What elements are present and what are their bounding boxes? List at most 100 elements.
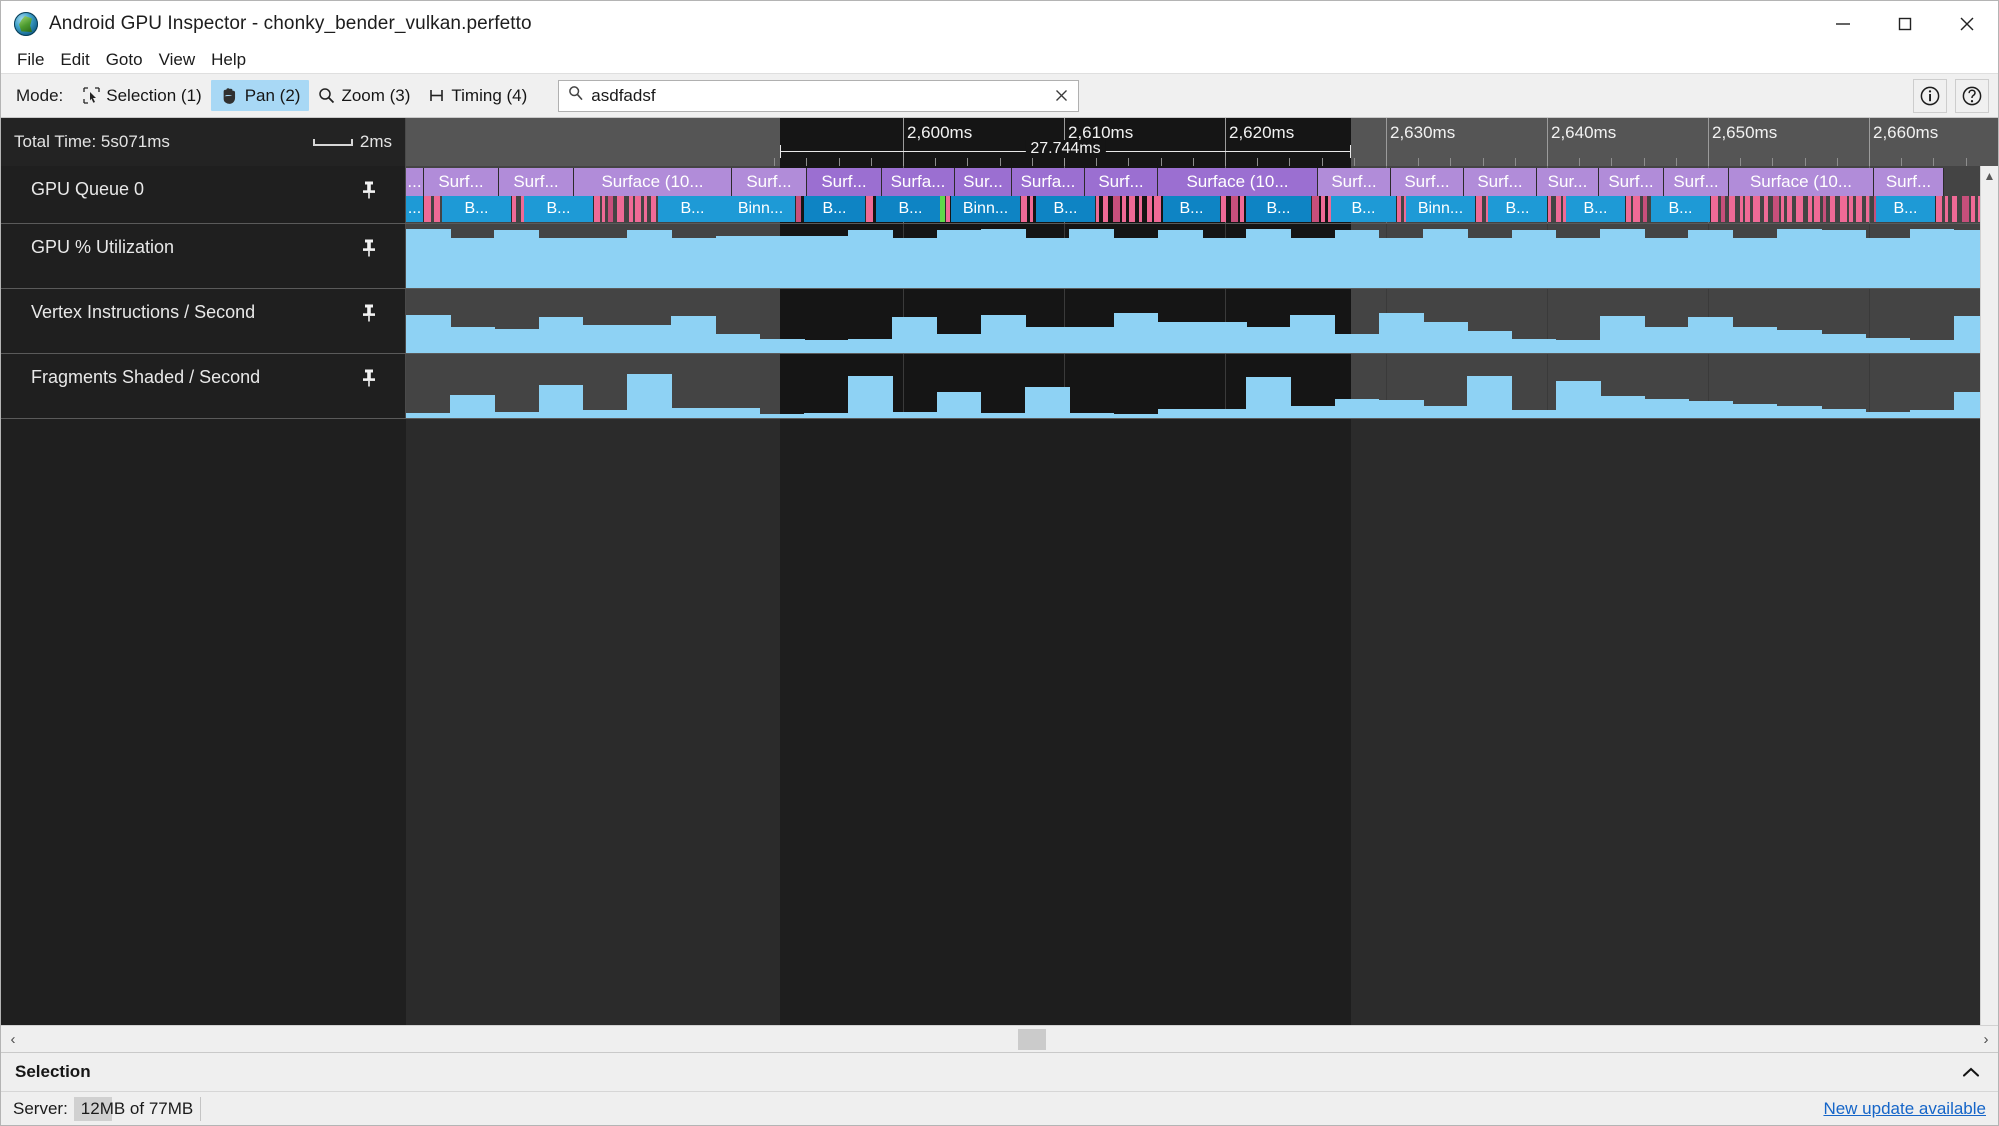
gpu-slice-render-pass[interactable] bbox=[1753, 196, 1760, 222]
vertical-scrollbar[interactable]: ▲ bbox=[1980, 166, 1998, 1025]
gpu-slice-render-pass[interactable] bbox=[602, 196, 605, 222]
gpu-slice-surface[interactable]: Surf... bbox=[499, 168, 574, 196]
gpu-slice-surface[interactable]: Surf... bbox=[1085, 168, 1158, 196]
gpu-slice-render-pass[interactable] bbox=[866, 196, 873, 222]
gpu-slice-surface[interactable]: Surf... bbox=[1318, 168, 1391, 196]
gpu-slice-render-pass[interactable] bbox=[594, 196, 600, 222]
gpu-slice-surface[interactable]: Surf... bbox=[807, 168, 882, 196]
gpu-slice-render-pass[interactable] bbox=[1021, 196, 1027, 222]
track-content-vertex-instructions[interactable] bbox=[406, 289, 1998, 353]
gpu-slice-render-pass[interactable] bbox=[946, 196, 950, 222]
menu-item-edit[interactable]: Edit bbox=[52, 48, 97, 72]
gpu-slice-pass[interactable]: B... bbox=[1036, 196, 1096, 222]
track-content-gpu-queue-0[interactable]: ... Surf... Surf... Surface (10... Surf... Su… bbox=[406, 166, 1998, 223]
gpu-slice-surface[interactable]: Surface (10... bbox=[574, 168, 732, 196]
pin-icon[interactable] bbox=[361, 368, 377, 388]
gpu-slice-pass[interactable]: B... bbox=[524, 196, 594, 222]
gpu-slice-render-pass[interactable] bbox=[629, 196, 633, 222]
gpu-slice-surface[interactable]: Surf... bbox=[1599, 168, 1664, 196]
selection-panel-header[interactable]: Selection bbox=[1, 1052, 1998, 1091]
gpu-slice-render-pass[interactable] bbox=[435, 196, 439, 222]
search-input[interactable] bbox=[589, 84, 1051, 107]
gpu-slice-surface[interactable]: Surface (10... bbox=[1729, 168, 1874, 196]
menu-item-help[interactable]: Help bbox=[203, 48, 254, 72]
gpu-slice-surface[interactable]: Surf... bbox=[1464, 168, 1537, 196]
gpu-slice-render-pass[interactable] bbox=[1729, 196, 1735, 222]
gpu-slice-pass[interactable]: B... bbox=[1488, 196, 1548, 222]
gpu-slice-render-pass[interactable] bbox=[1312, 196, 1319, 222]
track-header-gpu-queue-0[interactable]: GPU Queue 0 bbox=[1, 166, 406, 223]
gpu-slice-render-pass[interactable] bbox=[1962, 196, 1969, 222]
gpu-slice-pass[interactable]: Binn... bbox=[1406, 196, 1476, 222]
gpu-slice-render-pass[interactable] bbox=[1711, 196, 1718, 222]
gpu-slice-surface[interactable]: Sur... bbox=[955, 168, 1012, 196]
menu-item-view[interactable]: View bbox=[151, 48, 204, 72]
gpu-slice-pass[interactable]: B... bbox=[442, 196, 512, 222]
gpu-slice-render-pass[interactable] bbox=[1830, 196, 1835, 222]
track-vertex-instructions[interactable]: Vertex Instructions / Second bbox=[1, 289, 1998, 354]
gpu-slice-pass[interactable]: B... bbox=[1246, 196, 1312, 222]
gpu-slice-render-pass[interactable] bbox=[1945, 196, 1948, 222]
gpu-slice-render-pass[interactable] bbox=[1129, 196, 1135, 222]
gpu-slice-render-pass[interactable] bbox=[1781, 196, 1784, 222]
gpu-slice-render-pass[interactable] bbox=[1745, 196, 1750, 222]
track-header-fragments-shaded[interactable]: Fragments Shaded / Second bbox=[1, 354, 406, 418]
mode-button-selection[interactable]: Selection (1) bbox=[74, 80, 210, 111]
gpu-slice-render-pass[interactable] bbox=[1814, 196, 1820, 222]
gpu-slice-render-pass[interactable] bbox=[1866, 196, 1869, 222]
minimize-icon[interactable] bbox=[1812, 1, 1874, 47]
gpu-slice-pass[interactable]: Binn... bbox=[726, 196, 796, 222]
chevron-up-icon[interactable] bbox=[1958, 1059, 1984, 1085]
close-icon[interactable] bbox=[1936, 1, 1998, 47]
gpu-slice-pass[interactable]: B... bbox=[1566, 196, 1626, 222]
gpu-slice-render-pass[interactable] bbox=[1321, 196, 1325, 222]
gpu-slice-surface[interactable]: Surf... bbox=[424, 168, 499, 196]
gpu-slice-render-pass[interactable] bbox=[1556, 196, 1561, 222]
mode-button-pan[interactable]: Pan (2) bbox=[210, 80, 310, 111]
gpu-slice-render-pass[interactable] bbox=[1397, 196, 1401, 222]
pin-icon[interactable] bbox=[361, 238, 377, 258]
gpu-slice-surface[interactable]: ... bbox=[406, 168, 424, 196]
track-fragments-shaded[interactable]: Fragments Shaded / Second bbox=[1, 354, 1998, 419]
scroll-thumb[interactable] bbox=[1018, 1029, 1046, 1050]
scroll-trough[interactable] bbox=[25, 1026, 1974, 1052]
gpu-slice-render-pass[interactable] bbox=[512, 196, 516, 222]
gpu-slice-render-pass[interactable] bbox=[1823, 196, 1826, 222]
track-header-gpu-utilization[interactable]: GPU % Utilization bbox=[1, 224, 406, 288]
gpu-slice-pass[interactable]: B... bbox=[658, 196, 728, 222]
mode-button-timing[interactable]: Timing (4) bbox=[419, 80, 536, 111]
gpu-slice-render-pass[interactable] bbox=[1764, 196, 1768, 222]
gpu-slice-render-pass[interactable] bbox=[1840, 196, 1847, 222]
gpu-slice-render-pass[interactable] bbox=[1808, 196, 1812, 222]
track-content-fragments-shaded[interactable] bbox=[406, 354, 1998, 418]
gpu-slice-render-pass[interactable] bbox=[1240, 196, 1244, 222]
gpu-slice-render-pass[interactable] bbox=[1971, 196, 1975, 222]
scroll-left-icon[interactable]: ‹ bbox=[1, 1026, 25, 1052]
pin-icon[interactable] bbox=[361, 303, 377, 323]
gpu-slice-render-pass[interactable] bbox=[1740, 196, 1743, 222]
gpu-slice-render-pass[interactable] bbox=[1952, 196, 1957, 222]
gpu-slice-render-pass[interactable] bbox=[796, 196, 801, 222]
track-header-vertex-instructions[interactable]: Vertex Instructions / Second bbox=[1, 289, 406, 353]
gpu-slice-render-pass[interactable] bbox=[1721, 196, 1725, 222]
horizontal-scrollbar[interactable]: ‹ › bbox=[1, 1025, 1998, 1052]
gpu-slice-render-pass[interactable] bbox=[1096, 196, 1099, 222]
gpu-slice-render-pass[interactable] bbox=[1787, 196, 1792, 222]
gpu-slice-surface[interactable]: Surf... bbox=[1874, 168, 1944, 196]
gpu-slice-render-pass[interactable] bbox=[424, 196, 431, 222]
gpu-slice-render-pass[interactable] bbox=[635, 196, 641, 222]
chevron-up-icon[interactable]: ▲ bbox=[1984, 169, 1996, 183]
gpu-slice-surface[interactable]: Surf... bbox=[1664, 168, 1729, 196]
time-ruler[interactable]: 2,600ms 2,610ms 2,620ms 2,630ms 2,640ms 2,650… bbox=[406, 118, 1998, 166]
track-gpu-queue-0[interactable]: GPU Queue 0 ... Surf... Surf... Surface (10… bbox=[1, 166, 1998, 224]
mode-button-zoom[interactable]: Zoom (3) bbox=[309, 80, 419, 111]
gpu-slice-pass[interactable]: Binn... bbox=[951, 196, 1021, 222]
search-clear-icon[interactable] bbox=[1050, 85, 1072, 107]
gpu-slice-pass[interactable]: B... bbox=[876, 196, 946, 222]
gpu-slice-pass[interactable]: B... bbox=[1651, 196, 1711, 222]
pin-icon[interactable] bbox=[361, 180, 377, 200]
gpu-slice-render-pass[interactable] bbox=[617, 196, 624, 222]
search-box[interactable] bbox=[558, 79, 1080, 112]
gpu-slice-render-pass[interactable] bbox=[1643, 196, 1647, 222]
gpu-slice-pass[interactable]: ... bbox=[406, 196, 424, 222]
